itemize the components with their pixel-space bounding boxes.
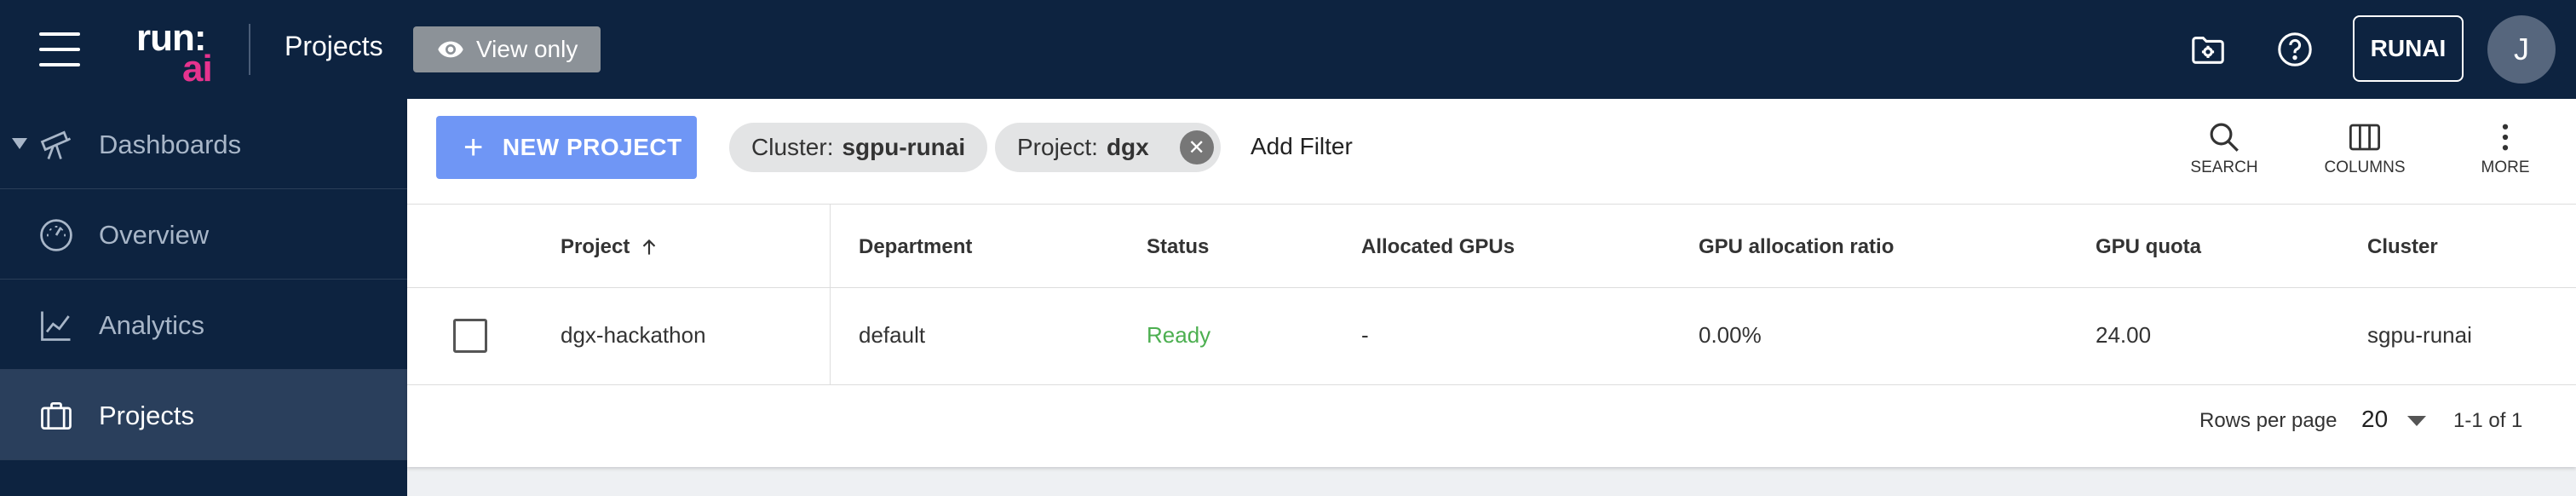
header-divider	[249, 24, 250, 75]
line-chart-icon	[41, 311, 71, 341]
cell-project: dgx-hackathon	[561, 322, 706, 348]
sidebar: Dashboards Overview Analytics Projects	[0, 99, 407, 496]
top-bar: run: ai Projects View only RUNAI J	[0, 0, 2576, 99]
sidebar-item-projects[interactable]: Projects	[0, 370, 407, 460]
column-header-allocated-gpus[interactable]: Allocated GPUs	[1361, 235, 1515, 259]
filter-value: dgx	[1106, 134, 1149, 160]
telescope-icon	[40, 130, 72, 159]
pagination-range: 1-1 of 1	[2453, 409, 2523, 432]
user-button[interactable]: RUNAI	[2353, 15, 2464, 82]
column-header-label: Project	[561, 235, 630, 258]
chevron-down-icon	[12, 138, 27, 149]
add-filter-button[interactable]: Add Filter	[1251, 133, 1353, 160]
chevron-down-icon[interactable]	[2407, 416, 2426, 426]
sidebar-item-overview[interactable]: Overview	[0, 189, 407, 280]
cell-department: default	[859, 322, 926, 348]
page-title: Projects	[285, 31, 383, 61]
columns-label: COLUMNS	[2324, 159, 2406, 176]
cell-gpu-quota: 24.00	[2096, 322, 2152, 348]
search-button[interactable]: SEARCH	[2177, 119, 2271, 187]
sidebar-item-label: Projects	[99, 401, 194, 430]
columns-button[interactable]: COLUMNS	[2318, 119, 2412, 187]
logo-text-bottom: ai	[182, 48, 213, 89]
cell-gpu-allocation-ratio: 0.00%	[1699, 322, 1762, 348]
more-button[interactable]: MORE	[2458, 119, 2552, 187]
filter-value: sgpu-runai	[842, 134, 966, 160]
table-header: Project Department Status Allocated GPUs…	[407, 205, 2576, 288]
cell-cluster: sgpu-runai	[2367, 322, 2472, 348]
sidebar-item-label: Overview	[99, 220, 210, 250]
table-row[interactable]: dgx-hackathon default Ready - 0.00% 24.0…	[407, 288, 2576, 385]
speedometer-icon	[40, 219, 72, 251]
column-header-department[interactable]: Department	[859, 235, 972, 259]
help-icon[interactable]	[2271, 26, 2319, 73]
runai-logo[interactable]: run: ai	[136, 15, 230, 89]
columns-icon	[2349, 124, 2381, 151]
folder-settings-icon[interactable]	[2184, 26, 2232, 73]
column-header-project[interactable]: Project	[561, 235, 660, 259]
plus-icon: +	[463, 129, 484, 166]
filter-key: Project:	[1017, 134, 1098, 160]
more-vertical-icon	[2502, 124, 2509, 151]
filter-chip-cluster[interactable]: Cluster: sgpu-runai	[729, 123, 988, 172]
filter-chip-project[interactable]: Project: dgx ✕	[995, 123, 1221, 172]
arrow-up-icon	[643, 239, 656, 255]
sidebar-item-dashboards[interactable]: Dashboards	[0, 99, 407, 189]
main-panel: + NEW PROJECT Cluster: sgpu-runai Projec…	[407, 99, 2576, 467]
rows-per-page-select[interactable]: 20	[2361, 406, 2388, 433]
cell-status: Ready	[1147, 322, 1211, 348]
filter-key: Cluster:	[751, 134, 834, 160]
column-header-status[interactable]: Status	[1147, 235, 1209, 259]
cell-allocated-gpus: -	[1361, 322, 1369, 348]
sidebar-item-label: Dashboards	[99, 130, 242, 159]
avatar[interactable]: J	[2487, 15, 2556, 84]
sidebar-item-label: Analytics	[99, 310, 205, 340]
rows-per-page-label: Rows per page	[2199, 409, 2337, 432]
menu-icon[interactable]	[39, 32, 80, 66]
new-project-label: NEW PROJECT	[502, 134, 682, 160]
briefcase-icon	[41, 401, 72, 430]
sidebar-item-analytics[interactable]: Analytics	[0, 280, 407, 370]
column-header-gpu-quota[interactable]: GPU quota	[2096, 235, 2201, 259]
more-label: MORE	[2481, 159, 2530, 176]
new-project-button[interactable]: + NEW PROJECT	[436, 116, 697, 179]
view-only-label: View only	[476, 36, 578, 62]
column-header-cluster[interactable]: Cluster	[2367, 235, 2438, 259]
column-header-gpu-allocation-ratio[interactable]: GPU allocation ratio	[1699, 235, 1894, 259]
search-icon	[2210, 123, 2239, 152]
close-icon[interactable]: ✕	[1179, 130, 1214, 164]
row-checkbox[interactable]	[453, 319, 487, 353]
toolbar: + NEW PROJECT Cluster: sgpu-runai Projec…	[407, 99, 2576, 205]
eye-icon	[438, 41, 463, 58]
search-label: SEARCH	[2190, 159, 2258, 176]
view-only-badge: View only	[413, 26, 601, 72]
